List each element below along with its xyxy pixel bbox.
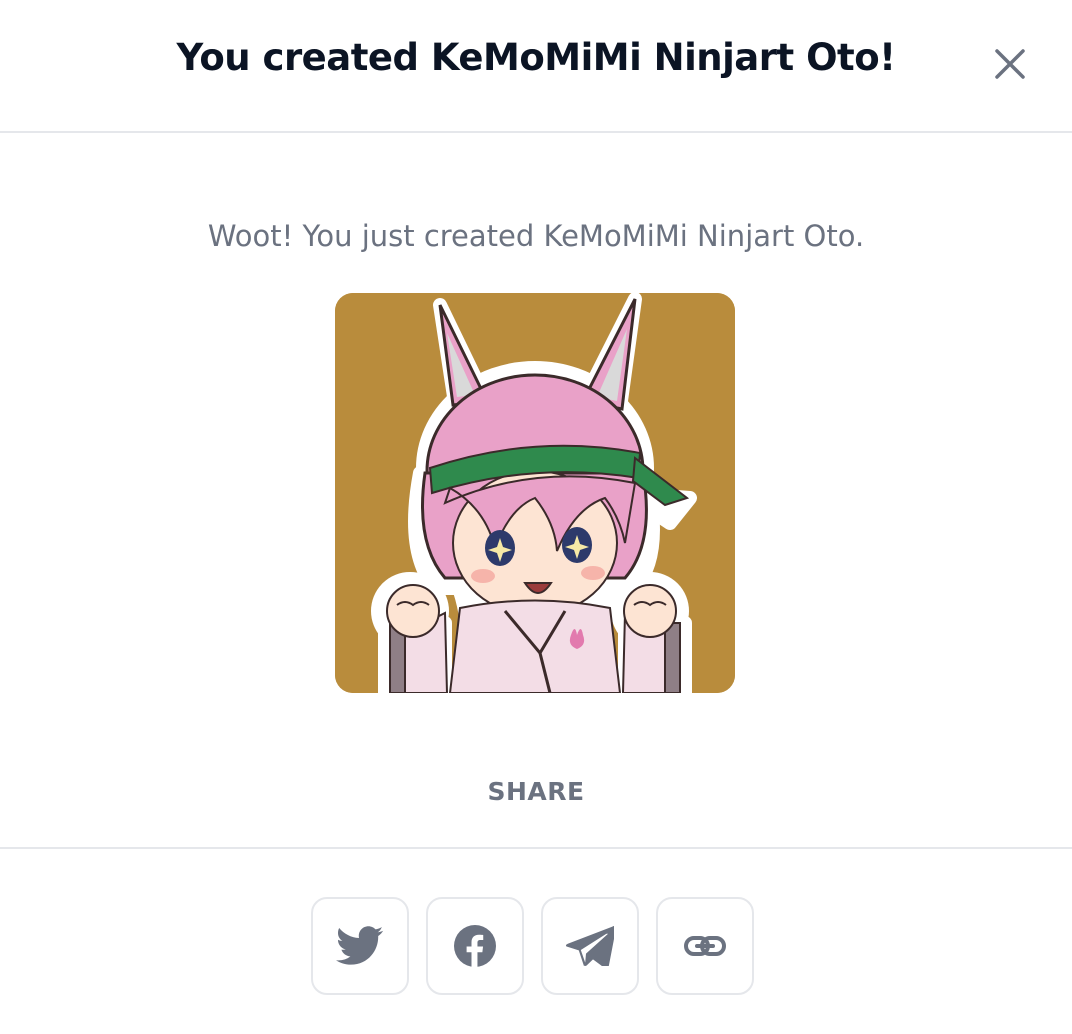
copy-link-button[interactable] — [656, 897, 754, 995]
share-label: SHARE — [487, 777, 585, 806]
close-button[interactable] — [988, 42, 1032, 86]
share-buttons — [311, 897, 754, 995]
share-facebook-button[interactable] — [426, 897, 524, 995]
created-modal: You created KeMoMiMi Ninjart Oto! Woot! … — [0, 0, 1072, 1034]
nft-image — [335, 293, 735, 693]
share-divider — [0, 847, 1072, 849]
share-twitter-button[interactable] — [311, 897, 409, 995]
close-icon — [995, 49, 1025, 79]
character-illustration — [335, 293, 735, 693]
share-telegram-button[interactable] — [541, 897, 639, 995]
link-icon — [684, 936, 726, 956]
modal-header: You created KeMoMiMi Ninjart Oto! — [0, 0, 1072, 133]
facebook-icon — [454, 925, 496, 967]
twitter-icon — [336, 926, 384, 965]
modal-title: You created KeMoMiMi Ninjart Oto! — [176, 36, 896, 79]
telegram-icon — [566, 926, 614, 966]
created-message: Woot! You just created KeMoMiMi Ninjart … — [207, 219, 865, 253]
